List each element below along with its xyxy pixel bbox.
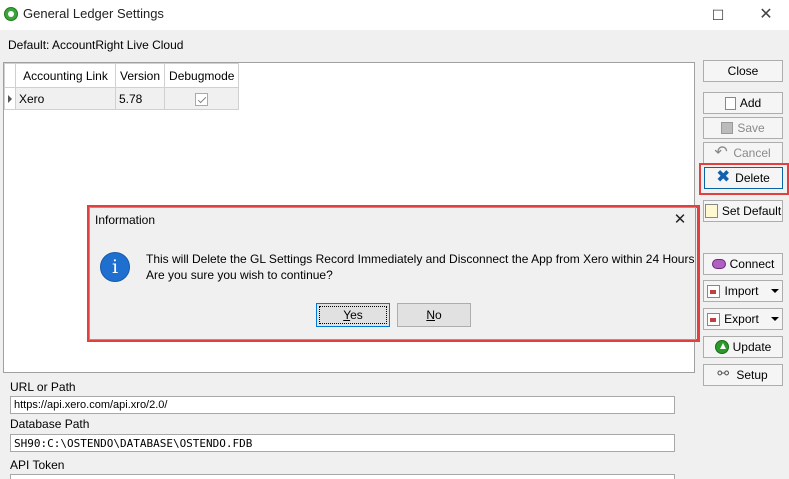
update-button[interactable]: Update bbox=[703, 336, 783, 358]
link-icon bbox=[717, 365, 732, 382]
dialog-message-line1: This will Delete the GL Settings Record … bbox=[146, 252, 695, 266]
save-icon bbox=[721, 122, 734, 134]
setup-button-label: Setup bbox=[736, 368, 768, 382]
table-row[interactable]: Xero 5.78 bbox=[4, 87, 240, 110]
cell-version[interactable]: 5.78 bbox=[114, 87, 166, 110]
api-token-label: API Token bbox=[10, 458, 65, 472]
settings-grid: Accounting Link Version Debugmode Xero 5… bbox=[4, 63, 240, 110]
set-default-icon bbox=[704, 204, 718, 218]
add-button-label: Add bbox=[739, 96, 762, 110]
add-button[interactable]: Add bbox=[703, 92, 783, 114]
window-close-button[interactable]: ✕ bbox=[754, 4, 778, 26]
maximize-button[interactable]: ☐ bbox=[706, 4, 730, 26]
update-icon bbox=[714, 340, 729, 354]
export-dropdown-icon bbox=[770, 317, 779, 321]
no-button[interactable]: No bbox=[397, 303, 471, 327]
set-default-button[interactable]: Set Default bbox=[703, 200, 783, 222]
information-dialog: Information ✕ i This will Delete the GL … bbox=[89, 207, 696, 340]
import-button-label: Import bbox=[724, 284, 759, 298]
database-path-label: Database Path bbox=[10, 417, 90, 431]
database-path-input[interactable] bbox=[10, 434, 675, 452]
row-indicator bbox=[4, 87, 16, 110]
connect-button[interactable]: Connect bbox=[703, 253, 783, 275]
yes-button[interactable]: Yes bbox=[316, 303, 390, 327]
import-button[interactable]: Import bbox=[703, 280, 783, 302]
yes-label-rest: es bbox=[350, 308, 363, 322]
window-title: General Ledger Settings bbox=[23, 6, 164, 21]
dialog-message-line2: Are you sure you wish to continue? bbox=[146, 268, 333, 282]
api-token-input[interactable] bbox=[10, 474, 675, 479]
close-button[interactable]: Close bbox=[703, 60, 783, 82]
set-default-button-label: Set Default bbox=[721, 204, 782, 218]
row-header-corner bbox=[4, 63, 16, 88]
import-icon bbox=[707, 284, 721, 298]
export-button[interactable]: Export bbox=[703, 308, 783, 330]
export-button-label: Export bbox=[724, 312, 759, 326]
app-icon bbox=[4, 7, 18, 21]
delete-x-icon bbox=[716, 167, 731, 187]
column-header-version[interactable]: Version bbox=[114, 63, 166, 88]
save-button-label: Save bbox=[737, 121, 765, 135]
dialog-close-button[interactable]: ✕ bbox=[670, 210, 690, 230]
import-dropdown-icon bbox=[770, 289, 779, 293]
add-icon bbox=[724, 96, 736, 110]
row-pointer-icon bbox=[8, 94, 12, 103]
debugmode-checkbox[interactable] bbox=[195, 92, 209, 106]
dialog-title: Information bbox=[95, 213, 156, 227]
cancel-button-label: Cancel bbox=[733, 146, 771, 160]
no-mnemonic: N bbox=[426, 308, 435, 322]
connect-button-label: Connect bbox=[729, 257, 775, 271]
close-button-label: Close bbox=[727, 64, 759, 78]
default-label: Default: AccountRight Live Cloud bbox=[8, 38, 184, 52]
title-bar: General Ledger Settings ☐ ✕ bbox=[0, 0, 789, 30]
url-label: URL or Path bbox=[10, 380, 76, 394]
connect-icon bbox=[711, 259, 726, 269]
undo-icon bbox=[714, 142, 729, 162]
delete-button[interactable]: Delete bbox=[704, 167, 783, 189]
no-label-rest: o bbox=[434, 308, 442, 322]
setup-button[interactable]: Setup bbox=[703, 364, 783, 386]
cell-accounting-link[interactable]: Xero bbox=[15, 87, 116, 110]
export-icon bbox=[707, 312, 721, 326]
column-header-accounting-link[interactable]: Accounting Link bbox=[15, 63, 116, 88]
column-header-debugmode[interactable]: Debugmode bbox=[164, 63, 240, 88]
url-input[interactable] bbox=[10, 396, 675, 414]
info-icon: i bbox=[100, 252, 130, 282]
cell-debugmode[interactable] bbox=[164, 87, 240, 110]
cancel-button[interactable]: Cancel bbox=[703, 142, 783, 164]
save-button[interactable]: Save bbox=[703, 117, 783, 139]
update-button-label: Update bbox=[732, 340, 772, 354]
delete-button-label: Delete bbox=[735, 171, 770, 185]
